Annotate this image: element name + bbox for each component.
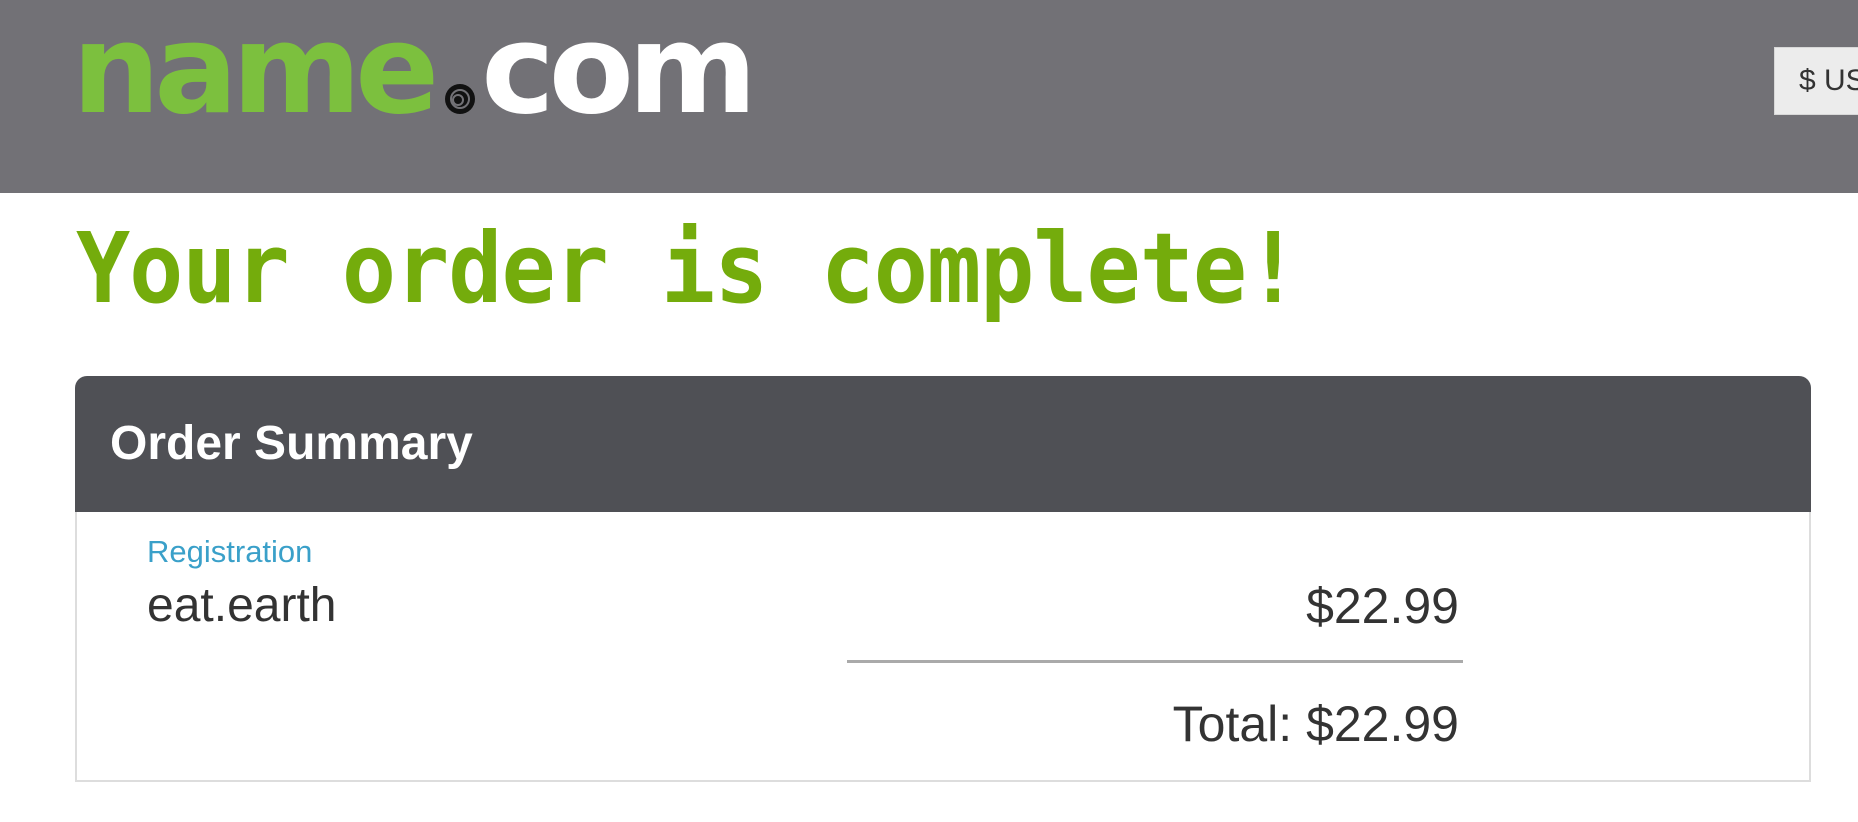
logo-name-text: name [72, 0, 439, 142]
currency-selector-button[interactable]: $ US [1774, 47, 1858, 115]
logo-com-text: com [481, 0, 757, 142]
total-value: $22.99 [1306, 696, 1459, 752]
logo-dot-icon [443, 82, 477, 116]
name-com-logo[interactable]: name com [72, 8, 757, 132]
domain-name: eat.earth [147, 579, 337, 632]
item-type-label: Registration [147, 534, 313, 569]
order-summary-panel: Order Summary Registration eat.earth $22… [75, 376, 1811, 782]
page-title: Your order is complete! [76, 212, 1300, 326]
order-summary-title: Order Summary [110, 417, 473, 470]
total-label: Total: [1172, 696, 1293, 752]
site-header: namecom $ US [0, 0, 1858, 193]
total-divider [847, 660, 1463, 663]
item-price: $22.99 [1306, 578, 1459, 634]
order-total: Total: $22.99 [1173, 694, 1459, 754]
order-summary-header: Order Summary [75, 376, 1811, 512]
